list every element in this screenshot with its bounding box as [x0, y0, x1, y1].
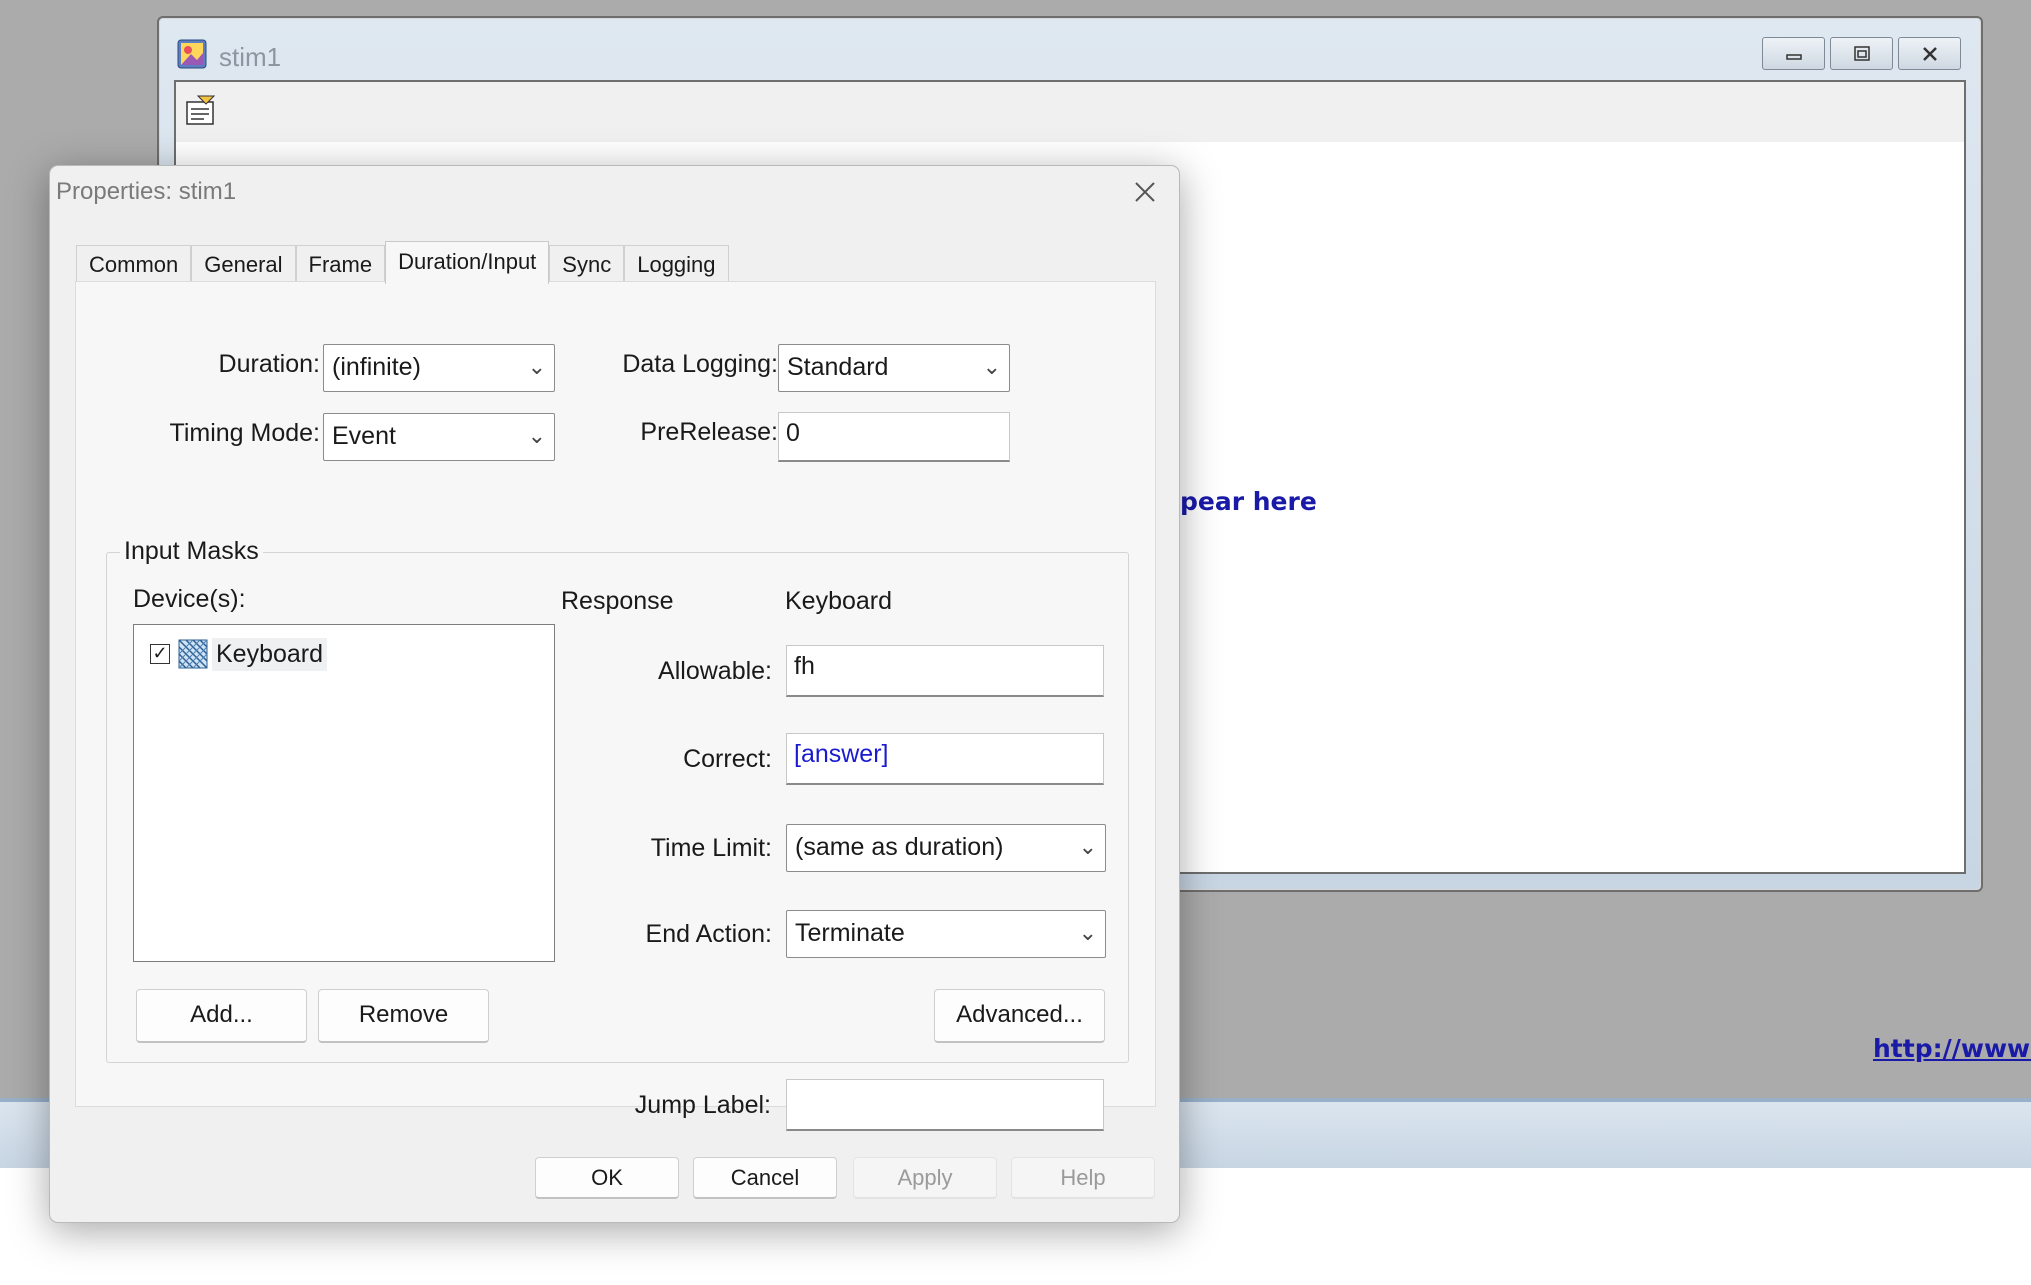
restore-button[interactable] [1830, 37, 1893, 70]
devices-label: Device(s): [133, 585, 246, 613]
jump-label-label: Jump Label: [634, 1091, 771, 1119]
end-action-select[interactable]: Terminate ⌄ [786, 910, 1106, 958]
devices-list[interactable]: ✓ Keyboard [133, 624, 555, 962]
duration-input-panel: Duration: (infinite) ⌄ Data Logging: Sta… [75, 281, 1156, 1131]
web-link[interactable]: http://www.p [1873, 1034, 2031, 1063]
data-logging-label: Data Logging: [622, 350, 778, 378]
tab-general[interactable]: General [191, 245, 296, 283]
correct-input[interactable]: [answer] [786, 733, 1104, 785]
chevron-down-icon: ⌄ [527, 423, 546, 448]
list-item-keyboard[interactable]: ✓ Keyboard [150, 635, 328, 673]
window-title: stim1 [219, 42, 282, 72]
keyboard-checkbox[interactable]: ✓ [150, 644, 170, 664]
prerelease-label: PreRelease: [640, 418, 778, 446]
time-limit-value: (same as duration) [795, 833, 1004, 861]
chevron-down-icon: ⌄ [982, 354, 1001, 379]
end-action-label: End Action: [645, 920, 772, 948]
restore-icon [1853, 45, 1870, 61]
help-button[interactable]: Help [1011, 1157, 1155, 1199]
tab-duration-input[interactable]: Duration/Input [385, 241, 550, 284]
chevron-down-icon: ⌄ [1078, 834, 1097, 859]
response-device-label: Keyboard [785, 587, 893, 615]
prerelease-input[interactable]: 0 [778, 412, 1010, 462]
minimize-button[interactable] [1762, 37, 1825, 70]
tab-frame[interactable]: Frame [295, 245, 386, 283]
timing-mode-label: Timing Mode: [169, 419, 320, 447]
properties-dialog: Properties: stim1 Common General Frame D… [49, 165, 1180, 1223]
duration-label: Duration: [218, 350, 320, 378]
tab-sync[interactable]: Sync [549, 245, 625, 283]
allowable-label: Allowable: [658, 657, 772, 685]
image-app-icon [177, 39, 207, 69]
canvas-text: pear here [1180, 487, 1317, 516]
dialog-title: Properties: stim1 [56, 178, 237, 205]
ok-button[interactable]: OK [535, 1157, 679, 1199]
duration-value: (infinite) [332, 353, 421, 381]
chevron-down-icon: ⌄ [1078, 920, 1097, 945]
apply-button[interactable]: Apply [853, 1157, 997, 1199]
correct-label: Correct: [683, 745, 772, 773]
dialog-close-button[interactable] [1125, 174, 1165, 214]
minimize-icon [1785, 53, 1802, 60]
advanced-button[interactable]: Advanced... [934, 989, 1105, 1043]
tab-strip: Common General Frame Duration/Input Sync… [76, 241, 729, 284]
allowable-input[interactable]: fh [786, 645, 1104, 697]
input-masks-legend: Input Masks [120, 537, 263, 566]
chevron-down-icon: ⌄ [527, 354, 546, 379]
remove-device-button[interactable]: Remove [318, 989, 489, 1043]
jump-label-input[interactable] [786, 1079, 1104, 1131]
cancel-button[interactable]: Cancel [693, 1157, 837, 1199]
tab-common[interactable]: Common [76, 245, 192, 283]
close-icon [1922, 46, 1937, 61]
close-window-button[interactable] [1898, 37, 1961, 70]
response-label: Response [561, 587, 674, 615]
properties-icon[interactable] [184, 94, 218, 126]
time-limit-select[interactable]: (same as duration) ⌄ [786, 824, 1106, 872]
end-action-value: Terminate [795, 919, 905, 947]
tab-logging[interactable]: Logging [624, 245, 729, 283]
add-device-button[interactable]: Add... [136, 989, 307, 1043]
data-logging-value: Standard [787, 353, 889, 381]
data-logging-select[interactable]: Standard ⌄ [778, 344, 1010, 392]
duration-select[interactable]: (infinite) ⌄ [323, 344, 555, 392]
toolbar [176, 82, 1964, 142]
keyboard-icon [178, 639, 208, 669]
time-limit-label: Time Limit: [650, 834, 772, 862]
close-icon [1135, 182, 1155, 202]
keyboard-label: Keyboard [212, 637, 328, 671]
timing-mode-select[interactable]: Event ⌄ [323, 413, 555, 461]
timing-mode-value: Event [332, 422, 396, 450]
